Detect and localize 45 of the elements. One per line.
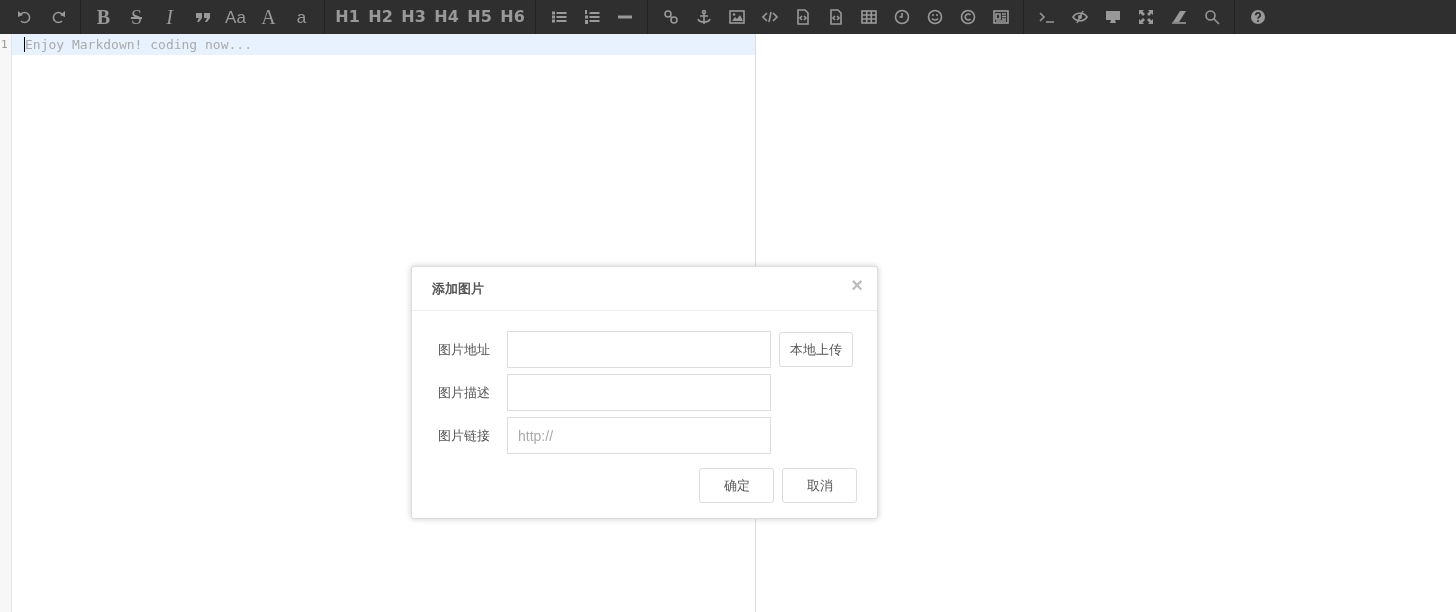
code-file-icon — [827, 9, 844, 25]
help-icon — [1249, 9, 1266, 25]
field-label: 图片链接 — [437, 426, 491, 445]
expand-icon — [1137, 9, 1154, 25]
monitor-icon — [1104, 9, 1121, 25]
format-button[interactable]: B — [87, 2, 120, 32]
anchor-icon — [695, 9, 712, 25]
format-button[interactable]: S — [120, 2, 153, 32]
undo-icon — [16, 9, 33, 25]
code-file-icon — [794, 9, 811, 25]
heading-button[interactable]: H5 — [463, 2, 496, 32]
format-button[interactable]: a — [285, 2, 318, 32]
eraser-icon — [1170, 9, 1187, 25]
heading-button[interactable]: H3 — [397, 2, 430, 32]
dialog-title: 添加图片 — [432, 279, 484, 298]
editor-placeholder: Enjoy Markdown! coding now... — [24, 37, 252, 52]
field-label: 图片地址 — [437, 340, 491, 359]
table-icon — [860, 9, 877, 25]
field-label: 图片描述 — [437, 383, 491, 402]
format-button[interactable]: I — [153, 2, 186, 32]
newspaper-icon — [992, 9, 1009, 25]
line-number: 1 — [0, 37, 9, 53]
terminal-icon — [1038, 9, 1055, 25]
search-icon — [1203, 9, 1220, 25]
heading-button[interactable]: H6 — [496, 2, 529, 32]
heading-button[interactable]: H2 — [364, 2, 397, 32]
heading-button[interactable]: H1 — [331, 2, 364, 32]
heading-button[interactable]: H4 — [430, 2, 463, 32]
upload-button[interactable]: 本地上传 — [779, 332, 853, 367]
list-icon — [550, 9, 567, 25]
cancel-button[interactable]: 取消 — [782, 468, 857, 503]
input-field[interactable] — [507, 331, 771, 368]
input-field[interactable]: http:// — [507, 417, 771, 454]
link-icon — [662, 9, 679, 25]
format-button[interactable]: Aa — [219, 2, 252, 32]
confirm-button[interactable]: 确定 — [699, 468, 774, 503]
format-button[interactable]: A — [252, 2, 285, 32]
input-field[interactable] — [507, 374, 771, 411]
numbered-list-icon — [583, 9, 600, 25]
image-icon — [728, 9, 745, 25]
code-icon — [761, 9, 778, 25]
clock-icon — [893, 9, 910, 25]
eye-slash-icon — [1071, 9, 1088, 25]
copyright-icon — [959, 9, 976, 25]
smiley-icon — [926, 9, 943, 25]
